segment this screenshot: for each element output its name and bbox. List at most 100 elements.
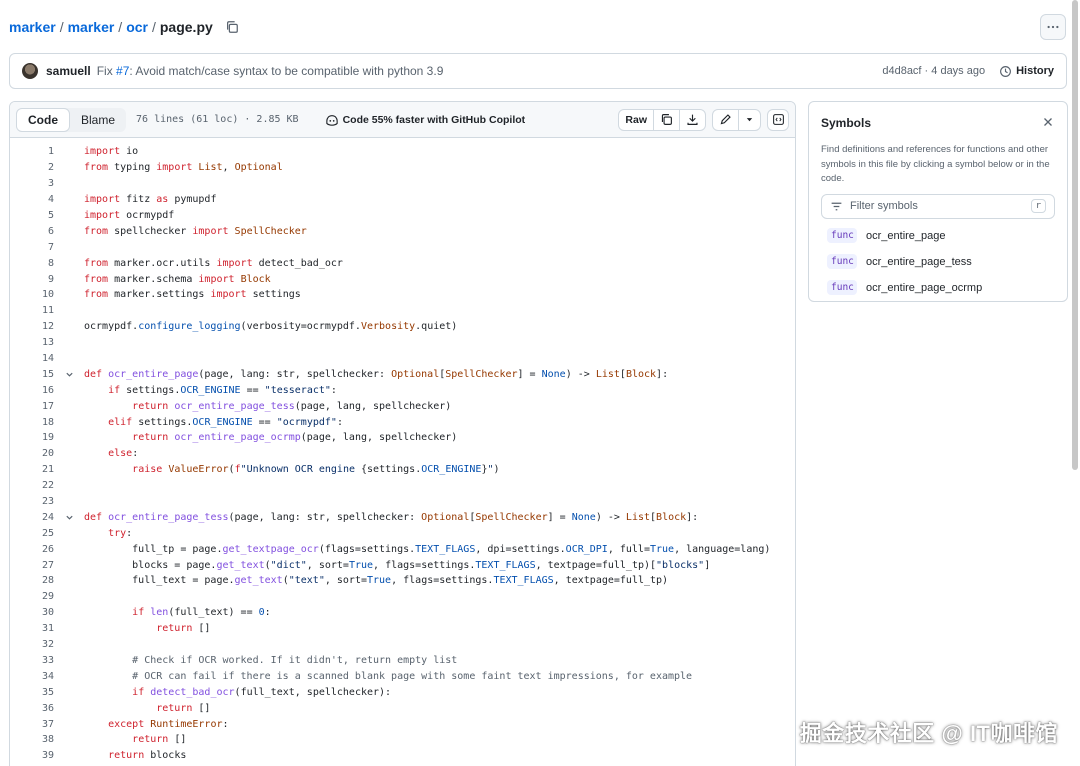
raw-button[interactable]: Raw [619, 110, 653, 130]
line-number[interactable]: 6 [10, 226, 54, 237]
line-number[interactable]: 27 [10, 560, 54, 571]
line-number[interactable]: 10 [10, 289, 54, 300]
filter-symbols-input[interactable]: Filter symbols r [821, 193, 1055, 219]
line-number[interactable]: 26 [10, 544, 54, 555]
code-line[interactable]: 18 elif settings.OCR_ENGINE == "ocrmypdf… [10, 414, 795, 430]
line-number[interactable]: 16 [10, 385, 54, 396]
code-line[interactable]: 16 if settings.OCR_ENGINE == "tesseract"… [10, 382, 795, 398]
line-number[interactable]: 14 [10, 353, 54, 364]
avatar[interactable] [22, 63, 38, 79]
line-number[interactable]: 31 [10, 623, 54, 634]
commit-sha[interactable]: d4d8acf · 4 days ago [882, 65, 985, 77]
code-line[interactable]: 36 return [] [10, 700, 795, 716]
code-line[interactable]: 38 return [] [10, 732, 795, 748]
line-number[interactable]: 15 [10, 369, 54, 380]
tab-code[interactable]: Code [16, 107, 70, 132]
commit-author[interactable]: samuell [46, 64, 91, 78]
line-number[interactable]: 33 [10, 655, 54, 666]
line-number[interactable]: 36 [10, 703, 54, 714]
code-line[interactable]: 3 [10, 176, 795, 192]
code-line[interactable]: 17 return ocr_entire_page_tess(page, lan… [10, 398, 795, 414]
code-line[interactable]: 1 import io [10, 144, 795, 160]
symbol-item[interactable]: func ocr_entire_page [821, 223, 1055, 249]
code-line[interactable]: 10 from marker.settings import settings [10, 287, 795, 303]
line-number[interactable]: 18 [10, 417, 54, 428]
line-number[interactable]: 23 [10, 496, 54, 507]
line-number[interactable]: 39 [10, 750, 54, 761]
download-button[interactable] [679, 109, 705, 130]
code-line[interactable]: 14 [10, 351, 795, 367]
code-line[interactable]: 23 [10, 494, 795, 510]
line-number[interactable]: 30 [10, 607, 54, 618]
code-line[interactable]: 27 blocks = page.get_text("dict", sort=T… [10, 557, 795, 573]
code-line[interactable]: 29 [10, 589, 795, 605]
fold-chevron-icon[interactable] [54, 370, 84, 379]
line-number[interactable]: 12 [10, 321, 54, 332]
code-line[interactable]: 33 # Check if OCR worked. If it didn't, … [10, 653, 795, 669]
line-number[interactable]: 37 [10, 719, 54, 730]
code-line[interactable]: 12 ocrmypdf.configure_logging(verbosity=o… [10, 319, 795, 335]
code-line[interactable]: 22 [10, 478, 795, 494]
symbol-item[interactable]: func ocr_entire_page_tess [821, 249, 1055, 275]
line-number[interactable]: 9 [10, 274, 54, 285]
code-line[interactable]: 26 full_tp = page.get_textpage_ocr(flags… [10, 541, 795, 557]
line-number[interactable]: 32 [10, 639, 54, 650]
breadcrumb-dir[interactable]: ocr [126, 19, 148, 35]
line-number[interactable]: 8 [10, 258, 54, 269]
code-line[interactable]: 7 [10, 239, 795, 255]
symbols-toggle-button[interactable] [767, 108, 789, 131]
code-line[interactable]: 15 def ocr_entire_page(page, lang: str, s… [10, 366, 795, 382]
code-view[interactable]: 1 import io 2 from typing import List, Opti… [10, 138, 795, 764]
line-number[interactable]: 13 [10, 337, 54, 348]
line-number[interactable]: 38 [10, 734, 54, 745]
line-number[interactable]: 19 [10, 432, 54, 443]
edit-dropdown-button[interactable] [738, 109, 760, 130]
breadcrumb-repo-owner[interactable]: marker [9, 19, 56, 35]
code-line[interactable]: 28 full_text = page.get_text("text", sor… [10, 573, 795, 589]
line-number[interactable]: 1 [10, 146, 54, 157]
line-number[interactable]: 21 [10, 464, 54, 475]
line-number[interactable]: 24 [10, 512, 54, 523]
line-number[interactable]: 35 [10, 687, 54, 698]
code-line[interactable]: 4 import fitz as pymupdf [10, 192, 795, 208]
edit-button[interactable] [713, 110, 738, 130]
commit-pr-link[interactable]: #7 [116, 64, 129, 78]
code-line[interactable]: 2 from typing import List, Optional [10, 160, 795, 176]
commit-message[interactable]: Fix #7: Avoid match/case syntax to be co… [97, 64, 444, 78]
line-number[interactable]: 3 [10, 178, 54, 189]
code-line[interactable]: 20 else: [10, 446, 795, 462]
code-line[interactable]: 37 except RuntimeError: [10, 716, 795, 732]
code-line[interactable]: 24 def ocr_entire_page_tess(page, lang: s… [10, 509, 795, 525]
line-number[interactable]: 20 [10, 448, 54, 459]
more-options-button[interactable] [1040, 14, 1066, 40]
code-line[interactable]: 11 [10, 303, 795, 319]
line-number[interactable]: 25 [10, 528, 54, 539]
code-line[interactable]: 35 if detect_bad_ocr(full_text, spellche… [10, 684, 795, 700]
line-number[interactable]: 29 [10, 591, 54, 602]
code-line[interactable]: 13 [10, 335, 795, 351]
code-line[interactable]: 31 return [] [10, 621, 795, 637]
copy-raw-button[interactable] [653, 109, 679, 130]
code-line[interactable]: 30 if len(full_text) == 0: [10, 605, 795, 621]
line-number[interactable]: 2 [10, 162, 54, 173]
line-number[interactable]: 11 [10, 305, 54, 316]
code-line[interactable]: 6 from spellchecker import SpellChecker [10, 223, 795, 239]
close-icon[interactable] [1041, 115, 1055, 129]
line-number[interactable]: 28 [10, 575, 54, 586]
copilot-promo[interactable]: Code 55% faster with GitHub Copilot [325, 114, 525, 126]
fold-chevron-icon[interactable] [54, 513, 84, 522]
code-line[interactable]: 19 return ocr_entire_page_ocrmp(page, la… [10, 430, 795, 446]
page-scrollbar[interactable] [1072, 0, 1078, 470]
code-line[interactable]: 5 import ocrmypdf [10, 208, 795, 224]
code-line[interactable]: 25 try: [10, 525, 795, 541]
code-line[interactable]: 39 return blocks [10, 748, 795, 764]
code-line[interactable]: 32 [10, 637, 795, 653]
line-number[interactable]: 5 [10, 210, 54, 221]
tab-blame[interactable]: Blame [70, 108, 126, 132]
line-number[interactable]: 7 [10, 242, 54, 253]
code-line[interactable]: 21 raise ValueError(f"Unknown OCR engine… [10, 462, 795, 478]
line-number[interactable]: 17 [10, 401, 54, 412]
code-line[interactable]: 34 # OCR can fail if there is a scanned … [10, 668, 795, 684]
symbol-item[interactable]: func ocr_entire_page_ocrmp [821, 275, 1055, 301]
code-line[interactable]: 9 from marker.schema import Block [10, 271, 795, 287]
